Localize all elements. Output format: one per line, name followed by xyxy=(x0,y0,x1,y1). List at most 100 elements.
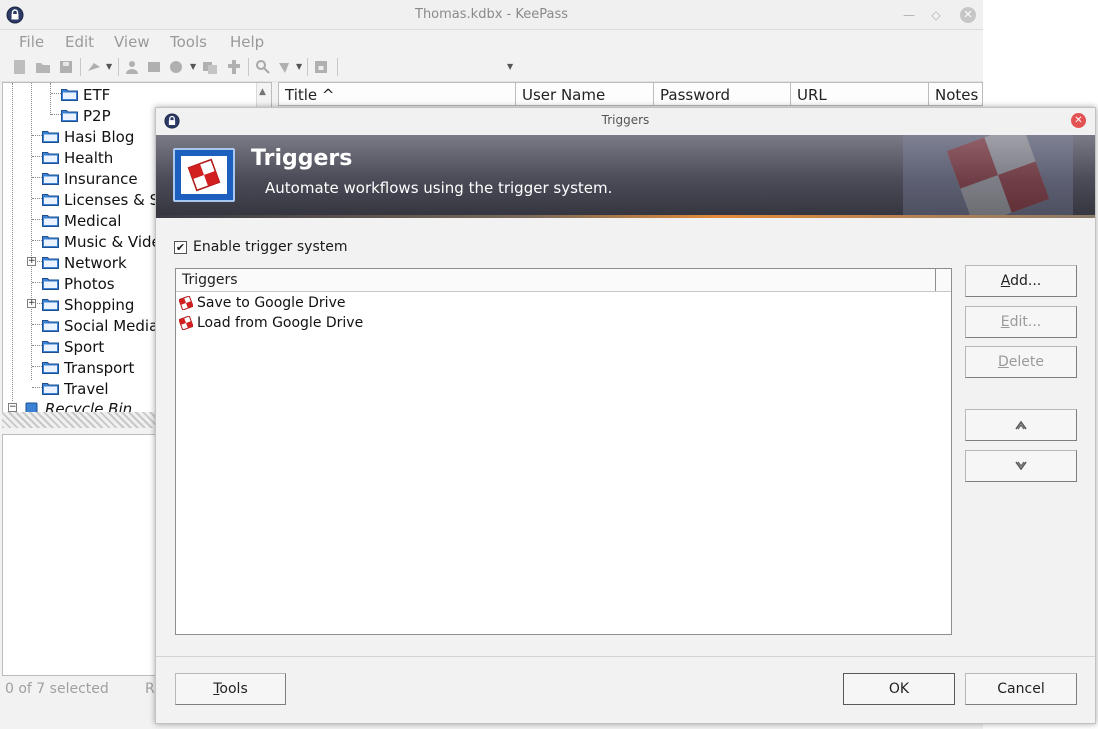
restore-icon[interactable]: ◇ xyxy=(927,6,945,24)
main-titlebar: Thomas.kdbx - KeePass — ◇ ✕ xyxy=(0,0,983,30)
new-database-icon[interactable] xyxy=(12,59,28,75)
folder-icon xyxy=(42,341,59,353)
entry-list-header: Title ^ User Name Password URL Notes xyxy=(278,82,983,106)
save-database-icon[interactable] xyxy=(58,59,74,75)
plugin-icon[interactable] xyxy=(226,59,242,75)
trigger-icon xyxy=(179,296,193,310)
globe-icon[interactable] xyxy=(168,59,184,75)
tree-item-photos[interactable]: Photos xyxy=(42,273,115,294)
folder-icon xyxy=(61,89,78,101)
tree-item-etf[interactable]: ETF xyxy=(61,84,110,105)
edit-button[interactable]: Edit... xyxy=(965,306,1077,338)
trigger-item[interactable]: Save to Google Drive xyxy=(179,293,345,313)
toolbar-separator xyxy=(307,58,308,76)
trigger-icon xyxy=(179,316,193,330)
tree-expand-network[interactable]: + xyxy=(27,257,36,266)
tree-item-music-video[interactable]: Music & Vide xyxy=(42,231,161,252)
triggers-dialog: Triggers ✕ Triggers Automate workflows u… xyxy=(155,107,1096,724)
triggers-watermark-icon xyxy=(903,135,1073,215)
menu-view[interactable]: View xyxy=(114,33,150,51)
tree-item-travel[interactable]: Travel xyxy=(42,378,109,399)
tree-expand-shopping[interactable]: + xyxy=(27,299,36,308)
chevron-down-icon[interactable]: ▼ xyxy=(296,62,302,71)
folder-icon xyxy=(61,110,78,122)
chevron-down-icon xyxy=(1015,461,1027,470)
dialog-banner: Triggers Automate workflows using the tr… xyxy=(156,135,1095,215)
banner-subtitle: Automate workflows using the trigger sys… xyxy=(265,179,613,197)
lock-workspace-icon[interactable] xyxy=(313,59,329,75)
tree-item-transport[interactable]: Transport xyxy=(42,357,134,378)
folder-icon xyxy=(42,299,59,311)
folder-icon xyxy=(42,173,59,185)
triggers-banner-icon xyxy=(173,148,235,202)
folder-icon xyxy=(42,257,59,269)
column-triggers[interactable]: Triggers xyxy=(176,269,936,291)
folder-icon xyxy=(42,131,59,143)
tree-item-sport[interactable]: Sport xyxy=(42,336,104,357)
enable-trigger-label: Enable trigger system xyxy=(193,239,348,255)
main-window-title: Thomas.kdbx - KeePass xyxy=(415,7,568,22)
tree-item-p2p[interactable]: P2P xyxy=(61,105,111,126)
toolbar-separator xyxy=(80,58,81,76)
chevron-up-icon xyxy=(1015,420,1027,429)
minimize-icon[interactable]: — xyxy=(900,6,918,24)
trigger-list[interactable]: Triggers Save to Google Drive Load from … xyxy=(175,268,952,635)
add-button[interactable]: Add... xyxy=(965,265,1077,297)
search-icon[interactable] xyxy=(255,59,271,75)
column-user-name[interactable]: User Name xyxy=(516,83,654,105)
column-password[interactable]: Password xyxy=(654,83,791,105)
add-entry-icon[interactable] xyxy=(86,59,102,75)
chevron-down-icon[interactable]: ▼ xyxy=(106,62,112,71)
column-url[interactable]: URL xyxy=(791,83,929,105)
tree-item-hasi-blog[interactable]: Hasi Blog xyxy=(42,126,134,147)
dialog-title: Triggers xyxy=(601,113,650,127)
dialog-titlebar: Triggers ✕ xyxy=(156,108,1095,134)
tree-item-licenses[interactable]: Licenses & S xyxy=(42,189,159,210)
ok-button[interactable]: OK xyxy=(843,673,955,705)
status-right: R xyxy=(145,681,155,697)
menu-tools[interactable]: Tools xyxy=(170,33,207,51)
tree-item-shopping[interactable]: Shopping xyxy=(42,294,134,315)
enable-trigger-checkbox[interactable]: ✔ xyxy=(174,240,187,254)
quick-search-dropdown-icon[interactable]: ▼ xyxy=(507,62,513,71)
copy-icon[interactable] xyxy=(202,59,218,75)
column-filler xyxy=(936,269,951,291)
dialog-divider xyxy=(156,656,1095,657)
tree-item-medical[interactable]: Medical xyxy=(42,210,121,231)
move-down-button[interactable] xyxy=(965,450,1077,482)
tree-expand-recycle-bin[interactable]: − xyxy=(8,403,17,412)
enable-trigger-row[interactable]: ✔ Enable trigger system xyxy=(174,238,347,256)
tree-item-social-media[interactable]: Social Media xyxy=(42,315,158,336)
status-selected: 0 of 7 selected xyxy=(5,681,109,697)
tree-item-insurance[interactable]: Insurance xyxy=(42,168,138,189)
find-tools-icon[interactable] xyxy=(277,59,293,75)
banner-title: Triggers xyxy=(251,146,353,171)
column-title[interactable]: Title ^ xyxy=(279,83,516,105)
scroll-up-icon[interactable]: ▲ xyxy=(259,87,266,97)
folder-icon xyxy=(42,278,59,290)
menu-help[interactable]: Help xyxy=(230,33,264,51)
move-up-button[interactable] xyxy=(965,409,1077,441)
menu-edit[interactable]: Edit xyxy=(65,33,94,51)
tree-item-health[interactable]: Health xyxy=(42,147,113,168)
toolbar: ▼ ▼ ▼ ▼ xyxy=(0,54,983,82)
column-notes[interactable]: Notes xyxy=(929,83,984,105)
main-close-icon[interactable]: ✕ xyxy=(960,7,976,23)
toolbar-separator xyxy=(118,58,119,76)
tree-item-network[interactable]: Network xyxy=(42,252,127,273)
copy-user-icon[interactable] xyxy=(146,59,162,75)
trigger-item[interactable]: Load from Google Drive xyxy=(179,313,363,333)
delete-button[interactable]: Delete xyxy=(965,346,1077,378)
toolbar-separator xyxy=(337,58,338,76)
chevron-down-icon[interactable]: ▼ xyxy=(190,62,196,71)
user-icon[interactable] xyxy=(124,59,140,75)
folder-icon xyxy=(42,236,59,248)
menubar: File Edit View Tools Help xyxy=(0,30,983,54)
folder-icon xyxy=(42,215,59,227)
cancel-button[interactable]: Cancel xyxy=(965,673,1077,705)
open-database-icon[interactable] xyxy=(35,59,51,75)
menu-file[interactable]: File xyxy=(19,33,44,51)
tools-button[interactable]: Tools xyxy=(175,673,286,705)
dialog-close-icon[interactable]: ✕ xyxy=(1071,113,1086,128)
banner-accent-line xyxy=(156,215,1095,218)
